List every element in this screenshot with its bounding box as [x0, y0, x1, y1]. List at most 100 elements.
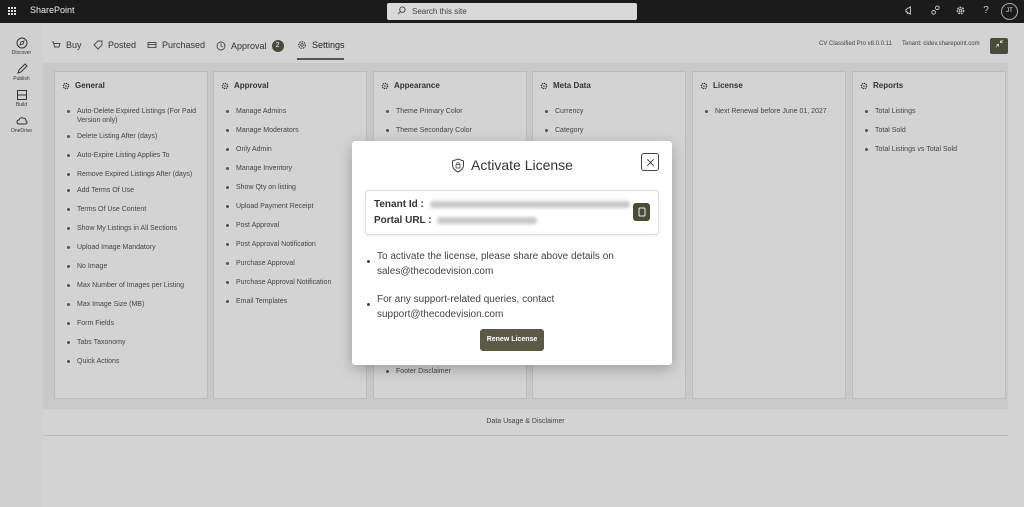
setting-terms-content[interactable]: Terms Of Use Content [67, 205, 202, 214]
card-reports-title: Reports [873, 81, 904, 90]
setting-upload-image-mandatory[interactable]: Upload Image Mandatory [67, 243, 202, 252]
tenant-id-row: Tenant Id : [374, 199, 630, 210]
search-icon [397, 6, 406, 15]
app-title[interactable]: SharePoint [30, 5, 75, 15]
card-appearance-header: Appearance [381, 81, 440, 90]
data-usage-link[interactable]: Data Usage & Disclaimer [43, 418, 1008, 425]
setting-no-image[interactable]: No Image [67, 262, 202, 271]
setting-theme-primary[interactable]: Theme Primary Color [386, 107, 521, 116]
clock-icon [216, 41, 226, 51]
setting-purchase-approval-notification[interactable]: Purchase Approval Notification [226, 278, 361, 287]
setting-upload-payment-receipt[interactable]: Upload Payment Receipt [226, 202, 361, 211]
gear-icon [62, 82, 70, 89]
app-launcher-icon[interactable] [8, 7, 17, 16]
tab-approval[interactable]: Approval 2 [216, 40, 284, 52]
renew-license-button[interactable]: Renew License [480, 329, 544, 351]
setting-post-approval[interactable]: Post Approval [226, 221, 361, 230]
rail-item-onedrive[interactable]: OneDrive [0, 115, 43, 134]
setting-manage-admins[interactable]: Manage Admins [226, 107, 361, 116]
report-total-listings[interactable]: Total Listings [865, 107, 1000, 116]
search-placeholder: Search this site [412, 7, 467, 16]
card-general-header: General [62, 81, 105, 90]
suite-header: SharePoint Search this site ? JT [0, 0, 1024, 23]
search-box[interactable]: Search this site [387, 3, 637, 20]
rail-item-discover[interactable]: Discover [0, 37, 43, 56]
setting-email-templates[interactable]: Email Templates [226, 297, 361, 306]
rail-label-onedrive: OneDrive [10, 128, 33, 134]
setting-footer-disclaimer[interactable]: Footer Disclaimer [386, 367, 521, 376]
instruction-sales: To activate the license, please share ab… [367, 249, 657, 279]
tab-purchased-label: Purchased [162, 40, 206, 50]
tab-settings-label: Settings [312, 40, 345, 50]
card-general-title: General [75, 81, 105, 90]
tab-bar: Buy Posted Purchased Approval 2 Settings… [43, 23, 1024, 61]
setting-tabs-taxonomy[interactable]: Tabs Taxonomy [67, 338, 202, 347]
setting-only-admin[interactable]: Only Admin [226, 145, 361, 154]
license-details-box: Tenant Id : Portal URL : [365, 190, 659, 235]
activate-license-dialog: Activate License Tenant Id : Portal URL … [352, 141, 672, 365]
rail-label-build: Build [15, 102, 28, 108]
settings-icon[interactable] [954, 5, 966, 17]
setting-manage-moderators[interactable]: Manage Moderators [226, 126, 361, 135]
portal-url-label: Portal URL : [374, 215, 432, 226]
card-reports: Reports Total Listings Total Sold Total … [852, 71, 1006, 399]
setting-show-my-listings[interactable]: Show My Listings in All Sections [67, 224, 202, 233]
setting-add-terms[interactable]: Add Terms Of Use [67, 186, 202, 195]
approval-count-badge: 2 [271, 40, 284, 52]
setting-purchase-approval[interactable]: Purchase Approval [226, 259, 361, 268]
megaphone-icon[interactable] [903, 5, 915, 17]
report-total-sold[interactable]: Total Sold [865, 126, 1000, 135]
rail-item-build[interactable]: Build [0, 89, 43, 108]
rail-item-publish[interactable]: Publish [0, 63, 43, 82]
instruction-support: For any support-related queries, contact… [367, 292, 657, 322]
setting-max-images[interactable]: Max Number of Images per Listing [67, 281, 202, 290]
portal-url-row: Portal URL : [374, 215, 538, 226]
card-approval-title: Approval [234, 81, 269, 90]
setting-show-qty[interactable]: Show Qty on listing [226, 183, 361, 192]
card-meta-title: Meta Data [553, 81, 591, 90]
setting-max-image-size[interactable]: Max Image Size (MB) [67, 300, 202, 309]
rail-label-discover: Discover [11, 50, 32, 56]
setting-delete-after[interactable]: Delete Listing After (days) [67, 132, 202, 141]
cart-icon [52, 41, 61, 48]
tenant-id-label: Tenant Id : [374, 199, 424, 210]
share-icon[interactable] [929, 5, 941, 17]
rail-label-publish: Publish [13, 76, 30, 82]
left-rail: Discover Publish Build OneDrive [0, 23, 43, 507]
compass-icon [16, 37, 27, 49]
help-icon[interactable]: ? [980, 5, 992, 17]
card-license-title: License [713, 81, 743, 90]
card-license-header: License [700, 81, 743, 90]
setting-quick-actions[interactable]: Quick Actions [67, 357, 202, 366]
gear-icon [860, 82, 868, 89]
tab-purchased[interactable]: Purchased [147, 40, 205, 50]
collapse-button[interactable] [990, 38, 1008, 54]
setting-manage-inventory[interactable]: Manage Inventory [226, 164, 361, 173]
tab-posted[interactable]: Posted [93, 40, 136, 50]
avatar[interactable]: JT [1001, 3, 1018, 20]
setting-auto-delete[interactable]: Auto-Delete Expired Listings (For Paid V… [67, 107, 202, 125]
card-meta-header: Meta Data [540, 81, 591, 90]
card-reports-header: Reports [860, 81, 903, 90]
tenant-id-value-redacted [429, 200, 630, 208]
tag-icon [93, 40, 103, 50]
setting-theme-secondary[interactable]: Theme Secondary Color [386, 126, 521, 135]
tab-buy[interactable]: Buy [51, 40, 82, 50]
card-appearance-title: Appearance [394, 81, 440, 90]
close-button[interactable] [641, 153, 659, 171]
setting-category[interactable]: Category [545, 126, 680, 135]
portal-url-value-redacted [437, 216, 538, 224]
tab-posted-label: Posted [108, 40, 137, 50]
setting-post-approval-notification[interactable]: Post Approval Notification [226, 240, 361, 249]
card-approval: Approval Manage Admins Manage Moderators… [213, 71, 367, 399]
setting-form-fields[interactable]: Form Fields [67, 319, 202, 328]
setting-currency[interactable]: Currency [545, 107, 680, 116]
report-listings-vs-sold[interactable]: Total Listings vs Total Sold [865, 145, 1000, 154]
tab-buy-label: Buy [66, 40, 82, 50]
copy-button[interactable] [633, 203, 650, 221]
tab-settings[interactable]: Settings [297, 40, 345, 50]
setting-next-renewal[interactable]: Next Renewal before June 01, 2027 [705, 107, 840, 116]
setting-remove-expired[interactable]: Remove Expired Listings After (days) [67, 170, 202, 179]
setting-auto-expire[interactable]: Auto-Expire Listing Applies To [67, 151, 202, 160]
card-license: License Next Renewal before June 01, 202… [692, 71, 846, 399]
